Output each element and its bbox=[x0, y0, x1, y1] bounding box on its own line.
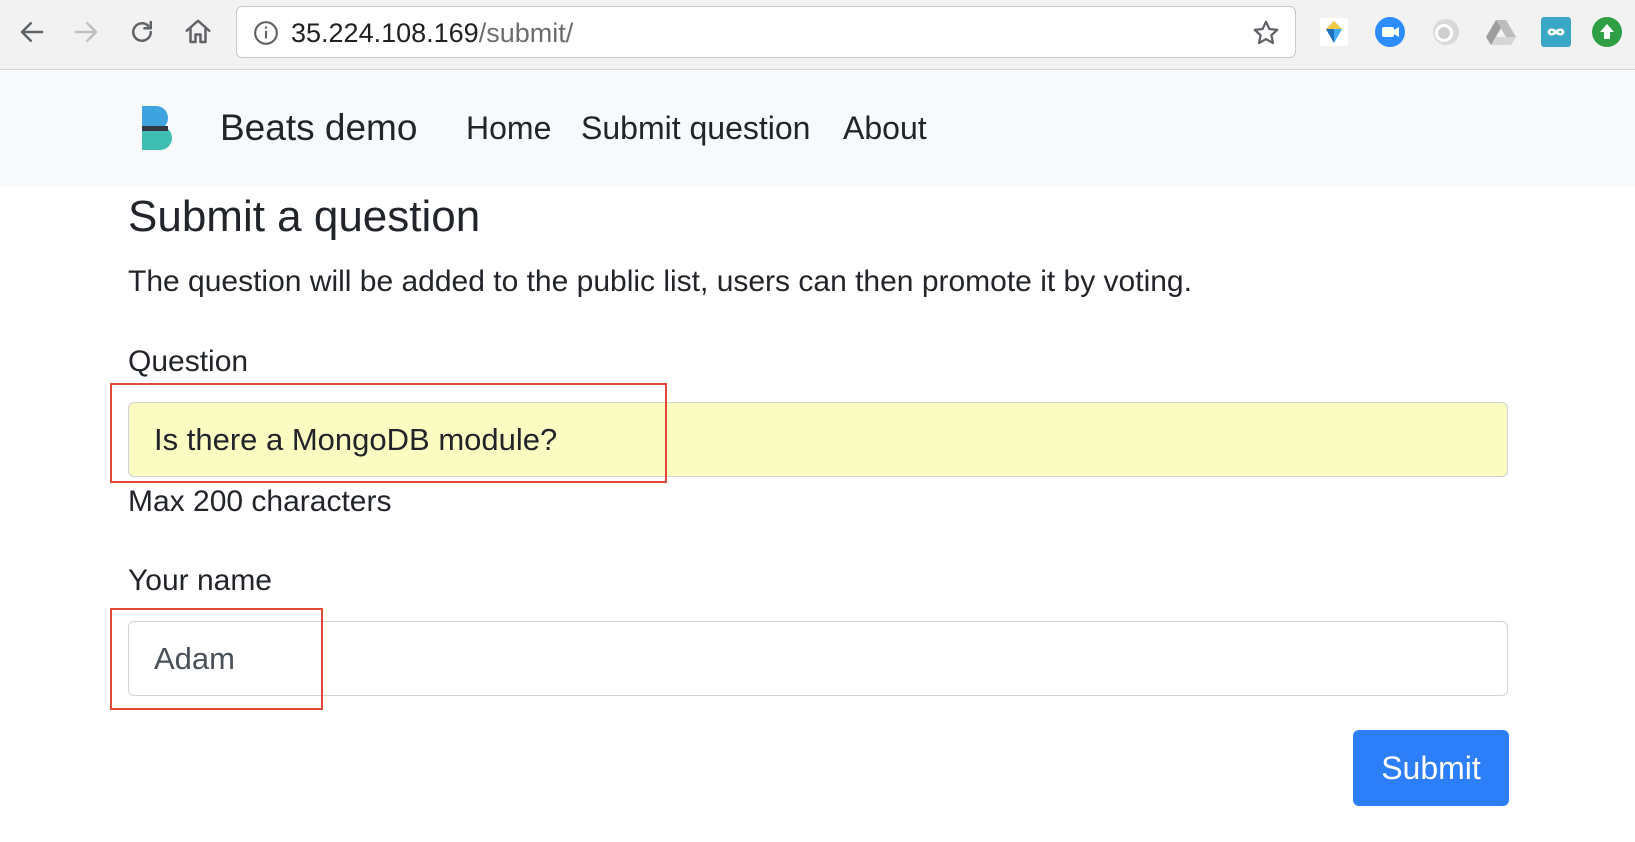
name-label: Your name bbox=[128, 564, 272, 597]
page-description: The question will be added to the public… bbox=[128, 265, 1192, 298]
nav-link-submit-question[interactable]: Submit question bbox=[581, 108, 810, 148]
bookmark-star-icon[interactable] bbox=[1251, 18, 1281, 48]
url-text[interactable]: 35.224.108.169/submit/ bbox=[291, 17, 573, 49]
arrow-right-icon bbox=[74, 22, 98, 42]
question-help-text: Max 200 characters bbox=[128, 485, 392, 518]
name-input[interactable] bbox=[128, 621, 1508, 696]
reload-icon bbox=[132, 20, 152, 42]
info-icon[interactable] bbox=[253, 20, 279, 46]
url-path: /submit/ bbox=[478, 18, 574, 48]
browser-toolbar: 35.224.108.169/submit/ bbox=[0, 0, 1635, 70]
question-label: Question bbox=[128, 345, 249, 378]
extension-circle-icon[interactable] bbox=[1430, 16, 1462, 48]
google-drive-icon[interactable] bbox=[1485, 16, 1517, 48]
url-host: 35.224.108.169 bbox=[291, 18, 479, 48]
reload-button[interactable] bbox=[124, 14, 160, 50]
page-title: Submit a question bbox=[128, 192, 481, 241]
submit-button[interactable]: Submit bbox=[1353, 730, 1509, 806]
brand-name[interactable]: Beats demo bbox=[220, 106, 417, 150]
extension-gem-icon[interactable] bbox=[1318, 16, 1350, 48]
extension-infinity-icon[interactable] bbox=[1540, 16, 1572, 48]
nav-link-home[interactable]: Home bbox=[466, 108, 551, 148]
beats-logo-icon[interactable] bbox=[140, 104, 182, 152]
home-icon bbox=[185, 19, 211, 44]
extension-zoom-icon[interactable] bbox=[1374, 16, 1406, 48]
home-button[interactable] bbox=[180, 14, 216, 50]
forward-button[interactable] bbox=[68, 14, 104, 50]
back-button[interactable] bbox=[14, 14, 50, 50]
address-bar[interactable]: 35.224.108.169/submit/ bbox=[236, 6, 1296, 58]
nav-link-about[interactable]: About bbox=[843, 108, 927, 148]
site-navbar: Beats demo Home Submit question About bbox=[0, 71, 1635, 186]
extension-upload-icon[interactable] bbox=[1591, 16, 1623, 48]
question-input[interactable] bbox=[128, 402, 1508, 477]
arrow-left-icon bbox=[20, 22, 44, 42]
